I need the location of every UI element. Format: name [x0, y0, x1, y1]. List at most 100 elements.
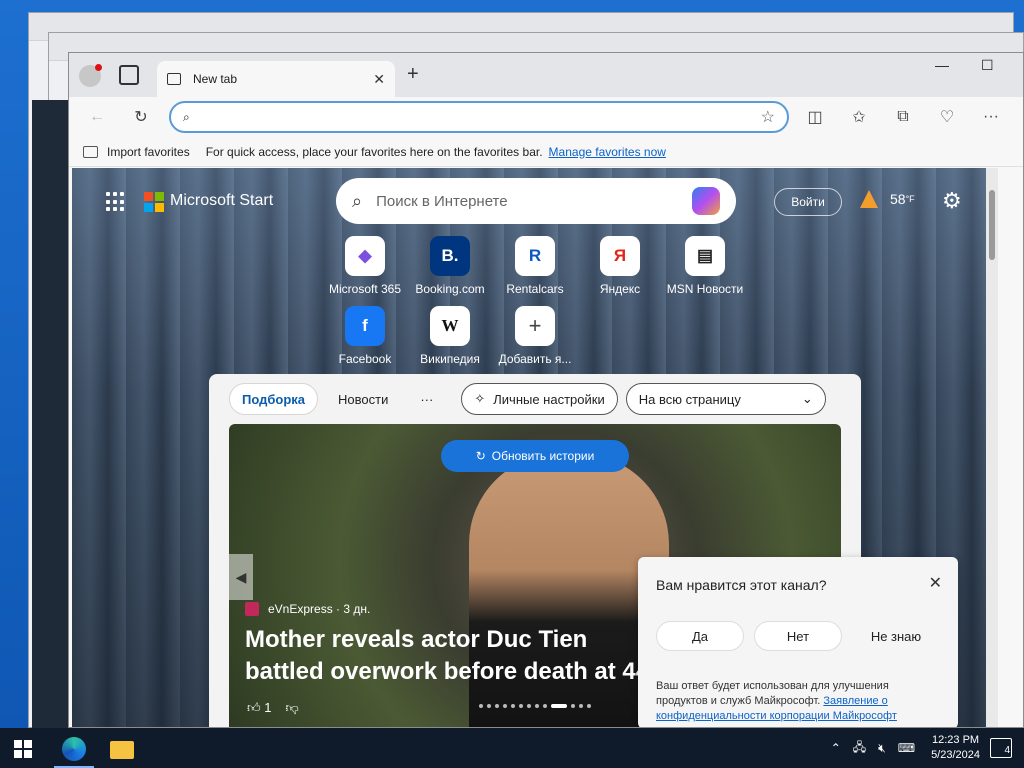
- copilot-icon[interactable]: [692, 187, 720, 215]
- tab-strip: New tab ✕ + — ☐: [69, 53, 1023, 97]
- refresh-icon: ↻: [475, 449, 486, 463]
- chevron-up-icon[interactable]: ⌃: [831, 741, 841, 755]
- add-shortcut-icon: +: [515, 306, 555, 346]
- quick-link-label: Википедия: [420, 352, 480, 366]
- survey-no-button[interactable]: Нет: [754, 621, 842, 651]
- quick-link-label: Facebook: [338, 352, 392, 366]
- quick-link-wikipedia[interactable]: W Википедия: [410, 306, 490, 366]
- story-source-label: eVnExpress · 3 дн.: [268, 602, 371, 616]
- notification-center-icon[interactable]: 4: [990, 738, 1012, 758]
- favorites-icon[interactable]: ✩: [847, 105, 871, 129]
- tab-news[interactable]: Новости: [326, 383, 400, 415]
- layout-dropdown[interactable]: На всю страницу ⌄: [625, 383, 826, 415]
- new-tab-button[interactable]: +: [407, 63, 419, 86]
- volume-icon[interactable]: 🔇︎: [878, 741, 886, 756]
- profile-avatar[interactable]: [79, 64, 102, 87]
- story-headline[interactable]: Mother reveals actor Duc Tien battled ov…: [245, 624, 665, 688]
- manage-favorites-link[interactable]: Manage favorites now: [549, 145, 666, 159]
- clock[interactable]: 12:23 PM 5/23/2024: [931, 733, 980, 763]
- tab-top-stories[interactable]: Подборка: [229, 383, 319, 415]
- notification-count: 4: [1004, 745, 1010, 756]
- quick-link-yandex[interactable]: Я Яндекс: [580, 236, 660, 296]
- weather-temperature: 58: [890, 191, 906, 207]
- collections-icon[interactable]: ⧉: [891, 105, 915, 129]
- favorite-star-icon[interactable]: ☆: [761, 107, 775, 127]
- page-scrollbar[interactable]: [986, 168, 998, 727]
- rentalcars-icon: R: [515, 236, 555, 276]
- search-icon: ⌕: [183, 109, 190, 124]
- address-input[interactable]: [199, 109, 761, 125]
- story-source: eVnExpress · 3 дн.: [245, 602, 370, 616]
- toolbar: ← ↻ ⌕ ☆ ◫ ✩ ⧉ ♡ ···: [69, 97, 1023, 137]
- carousel-dots: [479, 704, 591, 708]
- background-window-edge: [32, 100, 72, 728]
- tab-new-tab[interactable]: New tab ✕: [157, 61, 395, 97]
- browser-essentials-icon[interactable]: ♡: [935, 105, 959, 129]
- survey-yes-button[interactable]: Да: [656, 621, 744, 651]
- microsoft-365-icon: ◆: [345, 236, 385, 276]
- address-bar[interactable]: ⌕ ☆: [169, 101, 789, 133]
- thumbs-up-icon: 👍︎: [247, 700, 261, 715]
- quick-link-microsoft-365[interactable]: ◆ Microsoft 365: [325, 236, 405, 296]
- carousel-prev-button[interactable]: ◀: [229, 554, 253, 600]
- network-icon[interactable]: 🖧︎: [853, 738, 866, 759]
- settings-gear-icon[interactable]: ⚙: [942, 188, 962, 214]
- minimize-button[interactable]: —: [935, 57, 949, 73]
- edge-icon: [62, 737, 86, 761]
- import-favorites-button[interactable]: Import favorites: [83, 145, 190, 159]
- import-favorites-label: Import favorites: [107, 144, 190, 159]
- input-icon[interactable]: ⌨︎: [898, 741, 915, 755]
- survey-question: Вам нравится этот канал?: [656, 577, 827, 593]
- browser-window: New tab ✕ + — ☐ ← ↻ ⌕ ☆ ◫ ✩ ⧉ ♡ ··· Impo…: [68, 52, 1024, 728]
- survey-note: Ваш ответ будет использован для улучшени…: [656, 679, 936, 724]
- app-launcher-icon[interactable]: [106, 192, 126, 212]
- favorites-bar: Import favorites For quick access, place…: [69, 137, 1023, 167]
- facebook-icon: f: [345, 306, 385, 346]
- personalize-button[interactable]: ✧ Личные настройки: [461, 383, 618, 415]
- clock-date: 5/23/2024: [931, 749, 980, 761]
- web-search-box[interactable]: ⌕ Поиск в Интернете: [336, 178, 736, 224]
- layout-selected: На всю страницу: [638, 391, 741, 407]
- maximize-button[interactable]: ☐: [981, 57, 994, 74]
- quick-link-label: Добавить я...: [498, 352, 572, 366]
- booking-icon: B.: [430, 236, 470, 276]
- chevron-down-icon: ⌄: [801, 391, 813, 406]
- brand-title: Microsoft Start: [170, 192, 274, 209]
- refresh-stories-button[interactable]: ↻ Обновить истории: [441, 440, 629, 472]
- folder-icon: [110, 741, 134, 759]
- quick-link-label: Booking.com: [415, 282, 485, 296]
- feed-tabs: Подборка Новости ··· ✧ Личные настройки …: [229, 382, 826, 416]
- quick-link-facebook[interactable]: f Facebook: [325, 306, 405, 366]
- clock-time: 12:23 PM: [931, 734, 980, 746]
- quick-link-msn-news[interactable]: ▤ MSN Новости: [665, 236, 745, 296]
- more-tabs-button[interactable]: ···: [408, 383, 445, 415]
- more-options-icon[interactable]: ···: [979, 105, 1003, 129]
- weather-unit: °F: [905, 194, 915, 204]
- close-icon[interactable]: ✕: [929, 573, 942, 593]
- refresh-label: Обновить истории: [491, 449, 595, 463]
- quick-link-add[interactable]: + Добавить я...: [495, 306, 575, 366]
- like-button[interactable]: 👍︎ 1: [247, 700, 271, 716]
- new-tab-page: Microsoft Start ⌕ Поиск в Интернете Войт…: [72, 168, 998, 727]
- wikipedia-icon: W: [430, 306, 470, 346]
- tab-title: New tab: [193, 72, 238, 86]
- sparkle-icon: ✧: [474, 391, 486, 406]
- thumbs-down-icon[interactable]: 👎︎: [285, 700, 298, 716]
- weather-alert-icon: [860, 190, 878, 208]
- taskbar-edge[interactable]: [54, 732, 94, 768]
- new-tab-page-icon: [167, 73, 181, 85]
- weather-widget[interactable]: 58 °F: [860, 190, 915, 208]
- tab-actions-icon[interactable]: [119, 65, 139, 85]
- start-button[interactable]: [14, 740, 32, 758]
- refresh-button[interactable]: ↻: [129, 105, 153, 129]
- login-button[interactable]: Войти: [774, 188, 842, 216]
- quick-link-label: MSN Новости: [666, 282, 744, 296]
- taskbar-file-explorer[interactable]: [102, 732, 142, 768]
- quick-link-rentalcars[interactable]: R Rentalcars: [495, 236, 575, 296]
- back-button[interactable]: ←: [85, 105, 109, 129]
- quick-link-booking[interactable]: B. Booking.com: [410, 236, 490, 296]
- survey-dont-know-button[interactable]: Не знаю: [852, 621, 940, 651]
- close-tab-icon[interactable]: ✕: [373, 71, 385, 88]
- split-screen-icon[interactable]: ◫: [803, 105, 827, 129]
- msn-news-icon: ▤: [685, 236, 725, 276]
